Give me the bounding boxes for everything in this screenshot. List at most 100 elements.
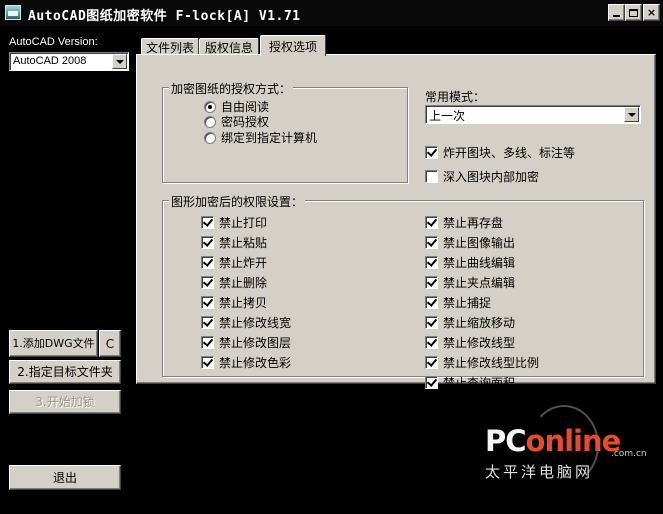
checkbox-label: 禁止修改图层 [219, 336, 292, 350]
exit-button[interactable]: 退出 [9, 465, 121, 490]
start-encrypt-button[interactable]: 3.开始加锁 [9, 390, 121, 414]
minimize-button[interactable] [608, 4, 625, 21]
checkbox-label: 禁止曲线编辑 [443, 256, 516, 270]
checkbox-label: 深入图块内部加密 [443, 170, 540, 184]
perm-no-layer[interactable]: 禁止修改图层 [201, 334, 291, 351]
auth-method-title: 加密图纸的授权方式： [169, 80, 294, 97]
common-mode-value: 上一次 [429, 109, 466, 123]
checkbox[interactable] [425, 336, 438, 349]
checkbox[interactable] [425, 276, 438, 289]
checkbox[interactable] [425, 356, 438, 369]
autocad-version-label: AutoCAD Version: [9, 36, 98, 48]
checkbox[interactable] [201, 256, 214, 269]
checkbox-label: 禁止修改色彩 [219, 356, 292, 370]
radio-bind-computer[interactable]: 绑定到指定计算机 [204, 129, 317, 146]
app-icon [5, 5, 21, 20]
checkbox-label: 禁止夹点编辑 [443, 276, 516, 290]
checkbox-label: 禁止查询面积 [443, 376, 516, 390]
title-bar[interactable]: AutoCAD图纸加密软件 F-lock[A] V1.71 × [0, 0, 663, 26]
checkbox-label: 禁止捕捉 [443, 296, 492, 310]
perm-no-linewidth[interactable]: 禁止修改线宽 [201, 314, 291, 331]
perm-no-curve-edit[interactable]: 禁止曲线编辑 [425, 254, 515, 271]
perm-no-copy[interactable]: 禁止拷贝 [201, 294, 267, 311]
common-mode-label: 常用模式： [425, 90, 486, 104]
checkbox-label: 禁止修改线宽 [219, 316, 292, 330]
radio-button[interactable] [204, 131, 216, 144]
close-icon: × [646, 6, 657, 19]
checkbox[interactable] [201, 276, 214, 289]
perm-no-explode[interactable]: 禁止炸开 [201, 254, 267, 271]
perm-no-resave[interactable]: 禁止再存盘 [425, 214, 503, 231]
checkbox-label: 禁止粘贴 [219, 236, 268, 250]
checkbox[interactable] [201, 296, 214, 309]
perm-no-snap[interactable]: 禁止捕捉 [425, 294, 491, 311]
checkbox-label: 禁止再存盘 [443, 216, 504, 230]
checkbox[interactable] [425, 170, 438, 183]
tab-control: 文件列表 版权信息 授权选项 加密图纸的授权方式： 自由阅读 密码授权 绑定到指… [136, 34, 656, 390]
watermark-chinese: 太平洋电脑网 [485, 463, 594, 481]
checkbox-label: 禁止拷贝 [219, 296, 268, 310]
common-mode-select[interactable]: 上一次 [425, 105, 641, 124]
checkbox-label: 禁止修改线型比例 [443, 356, 540, 370]
checkbox-label: 禁止炸开 [219, 256, 268, 270]
perm-no-zoom-move[interactable]: 禁止缩放移动 [425, 314, 515, 331]
logo-suffix: online [525, 424, 622, 458]
checkbox-label: 炸开图块、多线、标注等 [443, 146, 576, 160]
watermark-domain: .com.cn [611, 449, 647, 459]
checkbox[interactable] [201, 316, 214, 329]
permissions-title: 图形加密后的权限设置： [169, 193, 306, 210]
maximize-icon [629, 8, 638, 17]
checkbox[interactable] [425, 256, 438, 269]
checkbox[interactable] [425, 296, 438, 309]
checkbox[interactable] [425, 316, 438, 329]
perm-no-paste[interactable]: 禁止粘贴 [201, 234, 267, 251]
chevron-down-icon [115, 59, 124, 64]
check-deep-block-encrypt[interactable]: 深入图块内部加密 [425, 168, 539, 185]
auth-options-panel: 加密图纸的授权方式： 自由阅读 密码授权 绑定到指定计算机 常用模式： 上一次 [136, 54, 656, 390]
version-dropdown-button[interactable] [112, 54, 127, 69]
close-button[interactable]: × [643, 4, 660, 21]
perm-no-print[interactable]: 禁止打印 [201, 214, 267, 231]
checkbox[interactable] [201, 216, 214, 229]
checkbox-label: 禁止打印 [219, 216, 268, 230]
radio-password-auth[interactable]: 密码授权 [204, 113, 269, 130]
perm-no-area-query[interactable]: 禁止查询面积 [425, 374, 515, 391]
perm-no-linetype[interactable]: 禁止修改线型 [425, 334, 515, 351]
minimize-icon [613, 15, 620, 17]
perm-no-delete[interactable]: 禁止删除 [201, 274, 267, 291]
perm-no-image-export[interactable]: 禁止图像输出 [425, 234, 515, 251]
window-title: AutoCAD图纸加密软件 F-lock[A] V1.71 [28, 9, 301, 24]
checkbox[interactable] [201, 356, 214, 369]
add-dwg-button[interactable]: 1.添加DWG文件 [9, 330, 98, 357]
check-explode-blocks[interactable]: 炸开图块、多线、标注等 [425, 144, 575, 161]
app-window: AutoCAD图纸加密软件 F-lock[A] V1.71 × AutoCAD … [0, 0, 663, 514]
clear-button[interactable]: C [99, 330, 121, 357]
checkbox-label: 禁止删除 [219, 276, 268, 290]
radio-label: 绑定到指定计算机 [221, 131, 318, 145]
checkbox[interactable] [425, 376, 438, 389]
mode-dropdown-button[interactable] [624, 107, 639, 122]
watermark-logo: PConline [485, 424, 622, 458]
logo-prefix: PC [485, 424, 527, 458]
perm-no-linetype-scale[interactable]: 禁止修改线型比例 [425, 354, 539, 371]
checkbox-label: 禁止修改线型 [443, 336, 516, 350]
checkbox[interactable] [201, 236, 214, 249]
radio-button-selected[interactable] [204, 100, 216, 113]
pconline-watermark: PConline .com.cn 太平洋电脑网 [485, 405, 655, 495]
radio-label: 密码授权 [221, 115, 270, 129]
checkbox-label: 禁止缩放移动 [443, 316, 516, 330]
chevron-down-icon [627, 112, 636, 117]
target-folder-button[interactable]: 2.指定目标文件夹 [9, 360, 121, 384]
autocad-version-value: AutoCAD 2008 [13, 55, 87, 67]
perm-no-grip-edit[interactable]: 禁止夹点编辑 [425, 274, 515, 291]
checkbox[interactable] [425, 216, 438, 229]
maximize-button[interactable] [625, 4, 642, 21]
perm-no-color[interactable]: 禁止修改色彩 [201, 354, 291, 371]
checkbox[interactable] [201, 336, 214, 349]
autocad-version-select[interactable]: AutoCAD 2008 [9, 52, 129, 71]
tab-auth-options[interactable]: 授权选项 [260, 35, 326, 56]
checkbox-label: 禁止图像输出 [443, 236, 516, 250]
checkbox[interactable] [425, 236, 438, 249]
radio-button[interactable] [204, 115, 216, 128]
checkbox[interactable] [425, 146, 438, 159]
